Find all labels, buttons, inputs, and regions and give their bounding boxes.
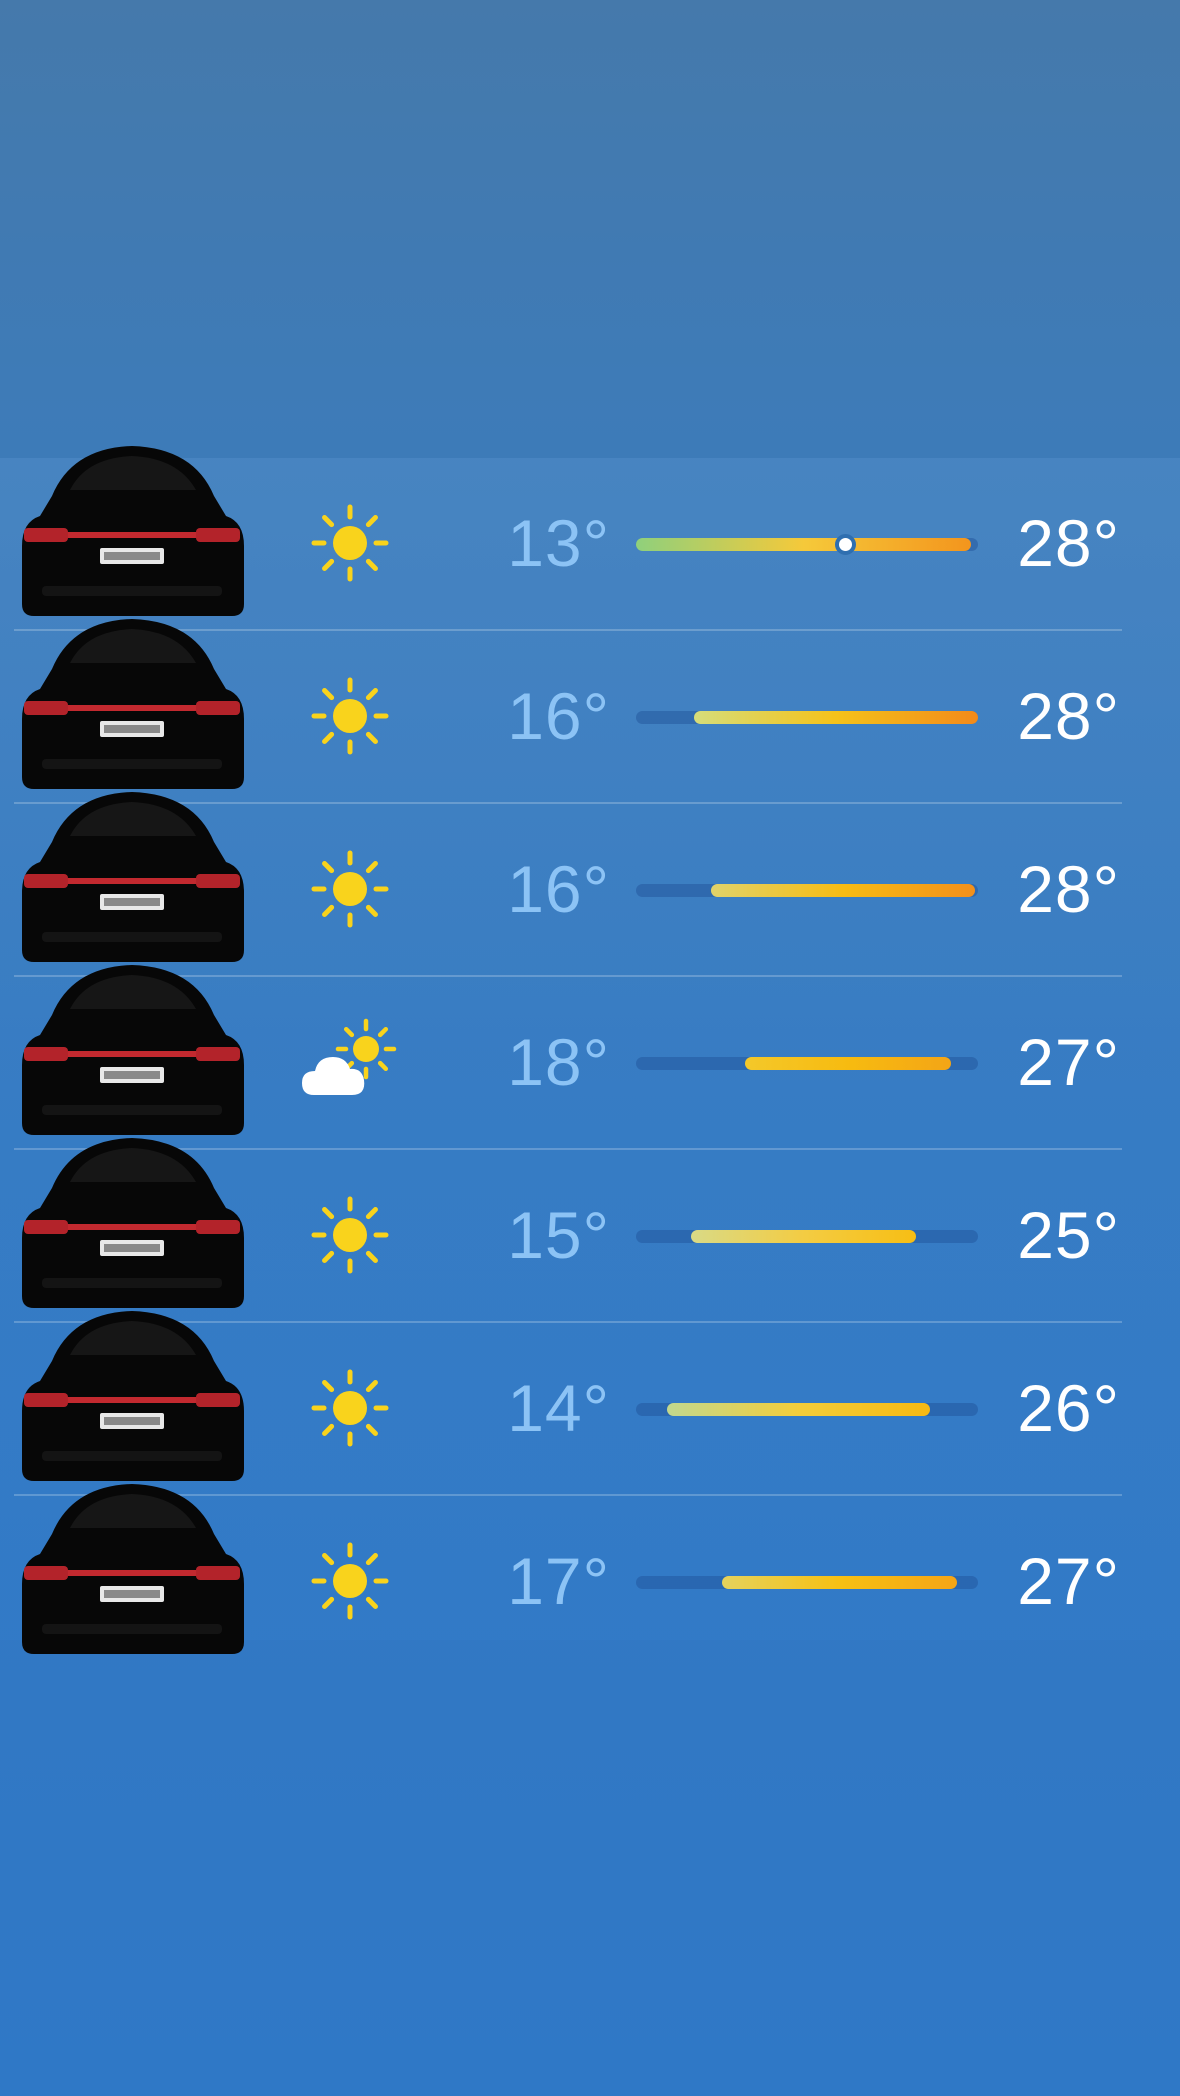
forecast-row[interactable]: 15° 25° [0, 1138, 1180, 1323]
low-temp: 17° [507, 1544, 610, 1618]
high-temp: 28° [1017, 506, 1120, 580]
sun-icon [300, 844, 400, 934]
temperature-range-fill [694, 711, 978, 724]
sun-icon [300, 498, 400, 588]
temperature-range-bar [636, 534, 978, 555]
high-temp: 27° [1017, 1025, 1120, 1099]
temperature-range-bar [636, 1230, 978, 1243]
forecast-list: 13° 28° 16° 28° 16° 28° 18° 27° 15° 25° … [0, 446, 1180, 1669]
sun-icon [300, 1190, 400, 1280]
temperature-range-fill [666, 1403, 931, 1416]
temperature-range-bar [636, 1057, 978, 1070]
low-temp: 14° [507, 1371, 610, 1445]
temperature-range-bar [636, 884, 978, 897]
partly-cloudy-icon [300, 1017, 400, 1107]
car-image [12, 609, 252, 795]
temperature-range-bar [636, 1576, 978, 1589]
temperature-range-bar [636, 1403, 978, 1416]
high-temp: 28° [1017, 679, 1120, 753]
car-image [12, 1128, 252, 1314]
car-image [12, 955, 252, 1141]
forecast-row[interactable]: 18° 27° [0, 965, 1180, 1150]
high-temp: 25° [1017, 1198, 1120, 1272]
low-temp: 18° [507, 1025, 610, 1099]
temperature-range-fill [711, 884, 975, 897]
high-temp: 27° [1017, 1544, 1120, 1618]
background-top [0, 0, 1180, 458]
low-temp: 16° [507, 852, 610, 926]
forecast-row[interactable]: 17° 27° [0, 1484, 1180, 1669]
low-temp: 15° [507, 1198, 610, 1272]
forecast-row[interactable]: 16° 28° [0, 792, 1180, 977]
car-image [12, 782, 252, 968]
ten-day-forecast-panel[interactable]: 13° 28° 16° 28° 16° 28° 18° 27° 15° 25° … [0, 446, 1180, 1654]
sun-icon [300, 1363, 400, 1453]
sun-icon [300, 1536, 400, 1626]
forecast-row[interactable]: 13° 28° [0, 446, 1180, 631]
low-temp: 13° [507, 506, 610, 580]
current-temperature-marker [834, 534, 856, 555]
car-image [12, 1301, 252, 1487]
forecast-row[interactable]: 14° 26° [0, 1311, 1180, 1496]
forecast-row[interactable]: 16° 28° [0, 619, 1180, 804]
high-temp: 28° [1017, 852, 1120, 926]
car-image [12, 1474, 252, 1660]
temperature-range-fill [721, 1576, 958, 1589]
high-temp: 26° [1017, 1371, 1120, 1445]
car-image [12, 436, 252, 622]
temperature-range-fill [690, 1230, 917, 1243]
temperature-range-fill [636, 538, 972, 551]
temperature-range-fill [745, 1057, 951, 1070]
temperature-range-bar [636, 711, 978, 724]
sun-icon [300, 671, 400, 761]
low-temp: 16° [507, 679, 610, 753]
